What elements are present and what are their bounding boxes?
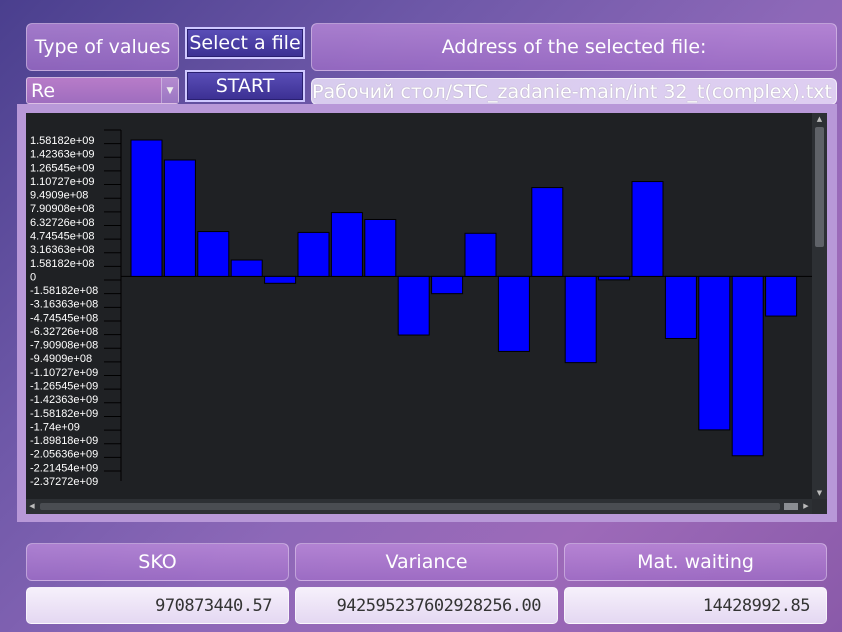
bar bbox=[431, 275, 464, 295]
bar bbox=[631, 181, 664, 277]
type-select[interactable]: Re ▼ bbox=[26, 77, 179, 104]
y-tick-label: -2.21454e+09 bbox=[30, 462, 98, 474]
y-tick-label: 6.32726e+08 bbox=[30, 217, 95, 229]
bar-chart: 1.58182e+09 1.42363e+09 1.26545e+09 1.10727… bbox=[26, 113, 812, 499]
horizontal-scroll-handle[interactable] bbox=[784, 503, 798, 510]
bar-chart-svg: 1.58182e+09 1.42363e+091.26545e+09 1.10727… bbox=[30, 129, 812, 488]
y-tick-label: -1.89818e+09 bbox=[30, 435, 98, 447]
horizontal-scrollbar[interactable]: ◀ ▶ bbox=[26, 499, 812, 514]
y-tick-label: 1.26545e+09 bbox=[30, 162, 95, 174]
bar bbox=[698, 275, 731, 431]
bar bbox=[765, 275, 798, 317]
bar bbox=[531, 187, 564, 277]
y-tick-label: -2.05636e+09 bbox=[30, 449, 98, 461]
y-tick-label: 4.74545e+08 bbox=[30, 230, 95, 242]
bar bbox=[197, 231, 230, 277]
y-tick-label: -1.10727e+09 bbox=[30, 367, 98, 379]
y-tick-label: -3.16363e+08 bbox=[30, 299, 98, 311]
y-tick-label: -7.90908e+08 bbox=[30, 340, 98, 352]
variance-value: 942595237602928256.00 bbox=[295, 587, 558, 624]
y-tick-label: -1.74e+09 bbox=[30, 421, 80, 433]
scroll-corner bbox=[812, 499, 827, 514]
bar bbox=[163, 159, 196, 277]
bar bbox=[230, 259, 263, 277]
scroll-left-icon[interactable]: ◀ bbox=[26, 499, 38, 514]
start-button[interactable]: START bbox=[185, 70, 305, 102]
y-tick-label: -1.58182e+09 bbox=[30, 408, 98, 420]
bar bbox=[464, 232, 497, 277]
y-tick-label: 7.90908e+08 bbox=[30, 203, 95, 215]
vertical-scroll-thumb[interactable] bbox=[815, 127, 824, 247]
bar bbox=[297, 231, 330, 277]
bar bbox=[364, 218, 397, 277]
y-tick-label: 9.4909e+08 bbox=[30, 190, 88, 202]
y-tick-label: 0 bbox=[30, 271, 36, 283]
file-address-field: Рабочий стол/STC_zadanie-main/int 32_t(c… bbox=[311, 78, 837, 105]
chevron-down-icon[interactable]: ▼ bbox=[161, 78, 178, 103]
y-tick-label: 3.16363e+08 bbox=[30, 244, 95, 256]
horizontal-scroll-thumb[interactable] bbox=[40, 503, 780, 510]
y-tick-label: -1.42363e+09 bbox=[30, 394, 98, 406]
y-tick-label: -4.74545e+08 bbox=[30, 312, 98, 324]
y-tick-label: 1.58182e+08 bbox=[30, 258, 95, 270]
bar bbox=[664, 275, 697, 339]
bar bbox=[264, 275, 297, 284]
bar bbox=[397, 275, 430, 336]
y-tick-label: -1.26545e+09 bbox=[30, 381, 98, 393]
y-tick-label: -2.37272e+09 bbox=[30, 476, 98, 488]
bar bbox=[130, 139, 163, 277]
type-select-value: Re bbox=[31, 79, 56, 102]
y-tick-label: 1.58182e+09 bbox=[30, 135, 95, 147]
variance-label: Variance bbox=[295, 543, 558, 581]
bar bbox=[497, 275, 530, 352]
y-tick-label: 1.10727e+09 bbox=[30, 176, 95, 188]
sko-label: SKO bbox=[26, 543, 289, 581]
mean-value: 14428992.85 bbox=[564, 587, 827, 624]
y-tick-label: -1.58182e+08 bbox=[30, 285, 98, 297]
address-label: Address of the selected file: bbox=[311, 23, 837, 71]
bar bbox=[564, 275, 597, 364]
type-of-values-label: Type of values bbox=[26, 23, 179, 71]
y-tick-label: -9.4909e+08 bbox=[30, 353, 92, 365]
y-tick-label: -6.32726e+08 bbox=[30, 326, 98, 338]
bar bbox=[330, 212, 363, 277]
bar bbox=[731, 275, 764, 457]
vertical-scrollbar[interactable]: ▲ ▼ bbox=[812, 113, 827, 499]
scroll-down-icon[interactable]: ▼ bbox=[812, 487, 827, 499]
mean-label: Mat. waiting bbox=[564, 543, 827, 581]
scroll-up-icon[interactable]: ▲ bbox=[812, 113, 827, 125]
select-file-button[interactable]: Select a file bbox=[185, 27, 305, 59]
bar bbox=[598, 275, 631, 281]
scroll-right-icon[interactable]: ▶ bbox=[800, 499, 812, 514]
sko-value: 970873440.57 bbox=[26, 587, 289, 624]
y-tick-label: 1.42363e+09 bbox=[30, 149, 95, 161]
